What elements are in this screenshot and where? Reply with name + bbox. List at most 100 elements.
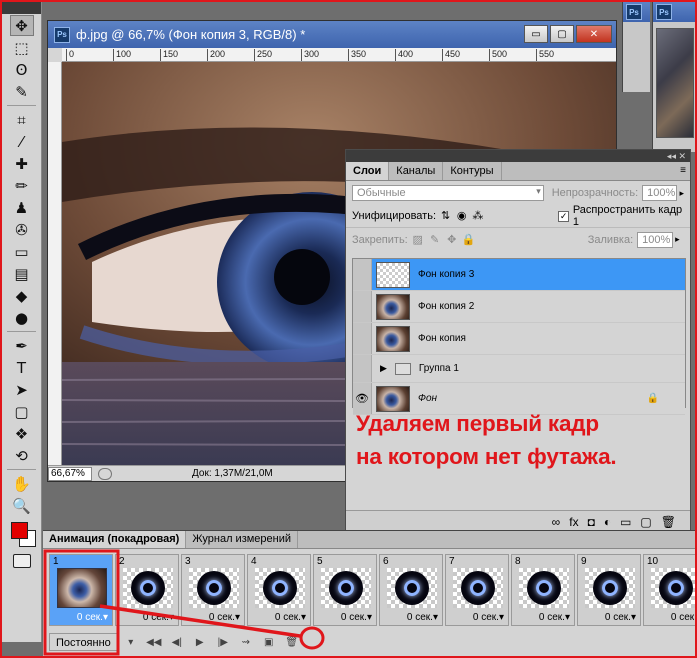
vertical-ruler[interactable] xyxy=(48,62,62,465)
frame-delay[interactable]: 0 сек.▾ xyxy=(209,612,240,623)
frame-delay[interactable]: 0 сек.▾ xyxy=(143,612,174,623)
propagate-checkbox[interactable]: ✓ xyxy=(558,210,569,222)
animation-frame[interactable]: 5 0 сек.▾ xyxy=(313,554,377,626)
animation-frame[interactable]: 8 0 сек.▾ xyxy=(511,554,575,626)
tab-channels[interactable]: Каналы xyxy=(389,162,444,180)
layer-row[interactable]: Фон копия xyxy=(353,323,685,355)
loop-select[interactable]: Постоянно xyxy=(49,633,118,651)
tab-layers[interactable]: Слои xyxy=(346,162,390,180)
zoom-tool[interactable]: 🔍 xyxy=(10,495,34,516)
frame-delay[interactable]: 0 сек.▾ xyxy=(473,612,504,623)
blend-mode-select[interactable]: Обычные ▾ xyxy=(352,185,544,201)
panel-menu-icon[interactable]: ≡ xyxy=(680,165,686,176)
adjustment-icon[interactable]: ◐ xyxy=(604,515,611,529)
layer-row[interactable]: Фон копия 2 xyxy=(353,291,685,323)
tab-paths[interactable]: Контуры xyxy=(443,162,502,180)
history-brush-tool[interactable]: ✇ xyxy=(10,219,34,240)
toolbox-grip[interactable] xyxy=(2,2,41,14)
duplicate-frame-button[interactable]: ▣ xyxy=(259,634,279,650)
status-info-icon[interactable] xyxy=(98,467,112,480)
type-tool[interactable]: T xyxy=(10,357,34,378)
lock-position-icon[interactable]: ✥ xyxy=(445,233,459,247)
opacity-arrow-icon[interactable]: ▸ xyxy=(679,188,684,199)
link-icon[interactable]: ∞ xyxy=(552,515,561,529)
next-frame-button[interactable]: |▶ xyxy=(213,634,233,650)
fill-arrow-icon[interactable]: ▸ xyxy=(675,234,680,245)
unify-position-icon[interactable]: ⇅ xyxy=(439,209,452,223)
background-window-1[interactable]: Ps xyxy=(622,2,650,92)
frame-delay[interactable]: 0 сек.▾ xyxy=(77,612,108,623)
animation-frame[interactable]: 10 0 сек.▾ xyxy=(643,554,695,626)
layer-row[interactable]: Фон копия 3 xyxy=(353,259,685,291)
rectangle-tool[interactable]: ▢ xyxy=(10,401,34,422)
opacity-field[interactable]: 100% xyxy=(642,185,678,201)
unify-style-icon[interactable]: ⁂ xyxy=(471,209,484,223)
tab-animation[interactable]: Анимация (покадровая) xyxy=(43,531,187,548)
3d-orbit-tool[interactable]: ⟲ xyxy=(10,445,34,466)
animation-frame[interactable]: 2 0 сек.▾ xyxy=(115,554,179,626)
move-tool[interactable]: ✥ xyxy=(9,15,34,36)
eyedropper-tool[interactable]: ⁄ xyxy=(10,131,34,152)
marquee-tool[interactable]: ⬚ xyxy=(10,37,34,58)
fill-field[interactable]: 100% xyxy=(637,231,674,248)
minimize-button[interactable]: ▭ xyxy=(524,25,548,43)
lasso-tool[interactable]: ʘ xyxy=(10,59,34,80)
frame-delay[interactable]: 0 сек.▾ xyxy=(671,612,695,623)
unify-visibility-icon[interactable]: ◉ xyxy=(455,209,468,223)
play-button[interactable]: ▶ xyxy=(190,634,210,650)
frame-delay[interactable]: 0 сек.▾ xyxy=(275,612,306,623)
quick-mask-button[interactable] xyxy=(12,554,31,568)
frame-delay[interactable]: 0 сек.▾ xyxy=(605,612,636,623)
first-frame-button[interactable]: ◀◀ xyxy=(144,634,164,650)
panel-header[interactable]: ◂◂ ✕ xyxy=(346,150,690,162)
clone-stamp-tool[interactable]: ♟ xyxy=(10,197,34,218)
visibility-toggle[interactable] xyxy=(353,259,372,290)
group-icon[interactable]: ▭ xyxy=(620,515,631,529)
restore-button[interactable]: ▢ xyxy=(550,25,574,43)
pen-tool[interactable]: ✒ xyxy=(10,335,34,356)
horizontal-ruler[interactable]: 0 100 150 200 250 300 350 400 450 500 550 xyxy=(62,48,616,62)
animation-frame[interactable]: 6 0 сек.▾ xyxy=(379,554,443,626)
disclosure-triangle-icon[interactable]: ▶ xyxy=(380,363,387,374)
visibility-toggle[interactable] xyxy=(353,291,372,322)
eraser-tool[interactable]: ▭ xyxy=(10,241,34,262)
visibility-toggle[interactable] xyxy=(353,323,372,354)
background-window-2[interactable]: Ps xyxy=(652,2,695,152)
frame-delay[interactable]: 0 сек.▾ xyxy=(407,612,438,623)
3d-rotate-tool[interactable]: ❖ xyxy=(10,423,34,444)
visibility-toggle[interactable] xyxy=(353,355,372,382)
fx-icon[interactable]: fx xyxy=(569,515,578,529)
layer-row[interactable]: ▶ Группа 1 xyxy=(353,355,685,383)
animation-frame[interactable]: 3 0 сек.▾ xyxy=(181,554,245,626)
delete-frame-button[interactable]: 🗑 xyxy=(282,634,302,650)
gradient-tool[interactable]: ▤ xyxy=(10,263,34,284)
animation-frame[interactable]: 7 0 сек.▾ xyxy=(445,554,509,626)
path-selection-tool[interactable]: ➤ xyxy=(10,379,34,400)
tween-button[interactable]: ⇝ xyxy=(236,634,256,650)
lock-transparency-icon[interactable]: ▨ xyxy=(411,233,425,247)
document-title-bar[interactable]: Ps ф.jpg @ 66,7% (Фон копия 3, RGB/8) * … xyxy=(48,21,616,48)
previous-frame-button[interactable]: ◀| xyxy=(167,634,187,650)
lock-pixels-icon[interactable]: ✎ xyxy=(428,233,442,247)
quick-selection-tool[interactable]: ✎ xyxy=(10,81,34,102)
tab-measurement-log[interactable]: Журнал измерений xyxy=(186,531,299,548)
blur-tool[interactable]: ◆ xyxy=(10,285,34,306)
animation-frame[interactable]: 9 0 сек.▾ xyxy=(577,554,641,626)
trash-icon[interactable]: 🗑 xyxy=(661,515,676,529)
animation-frame[interactable]: 1 0 сек.▾ xyxy=(49,554,113,626)
crop-tool[interactable]: ⌗ xyxy=(10,109,34,130)
dodge-tool[interactable]: ● xyxy=(10,307,34,328)
loop-arrow-icon[interactable]: ▾ xyxy=(121,634,141,650)
hand-tool[interactable]: ✋ xyxy=(10,473,34,494)
lock-all-icon[interactable]: 🔒 xyxy=(462,233,476,247)
brush-tool[interactable]: ✏ xyxy=(10,175,34,196)
spot-healing-tool[interactable]: ✚ xyxy=(10,153,34,174)
close-button[interactable]: ✕ xyxy=(576,25,612,43)
frame-delay[interactable]: 0 сек.▾ xyxy=(539,612,570,623)
new-layer-icon[interactable]: ▢ xyxy=(640,515,651,529)
zoom-field[interactable]: 66,67% xyxy=(48,466,92,481)
frame-delay[interactable]: 0 сек.▾ xyxy=(341,612,372,623)
mask-icon[interactable]: ◘ xyxy=(588,515,595,529)
foreground-color-swatch[interactable] xyxy=(11,522,28,539)
animation-frame[interactable]: 4 0 сек.▾ xyxy=(247,554,311,626)
